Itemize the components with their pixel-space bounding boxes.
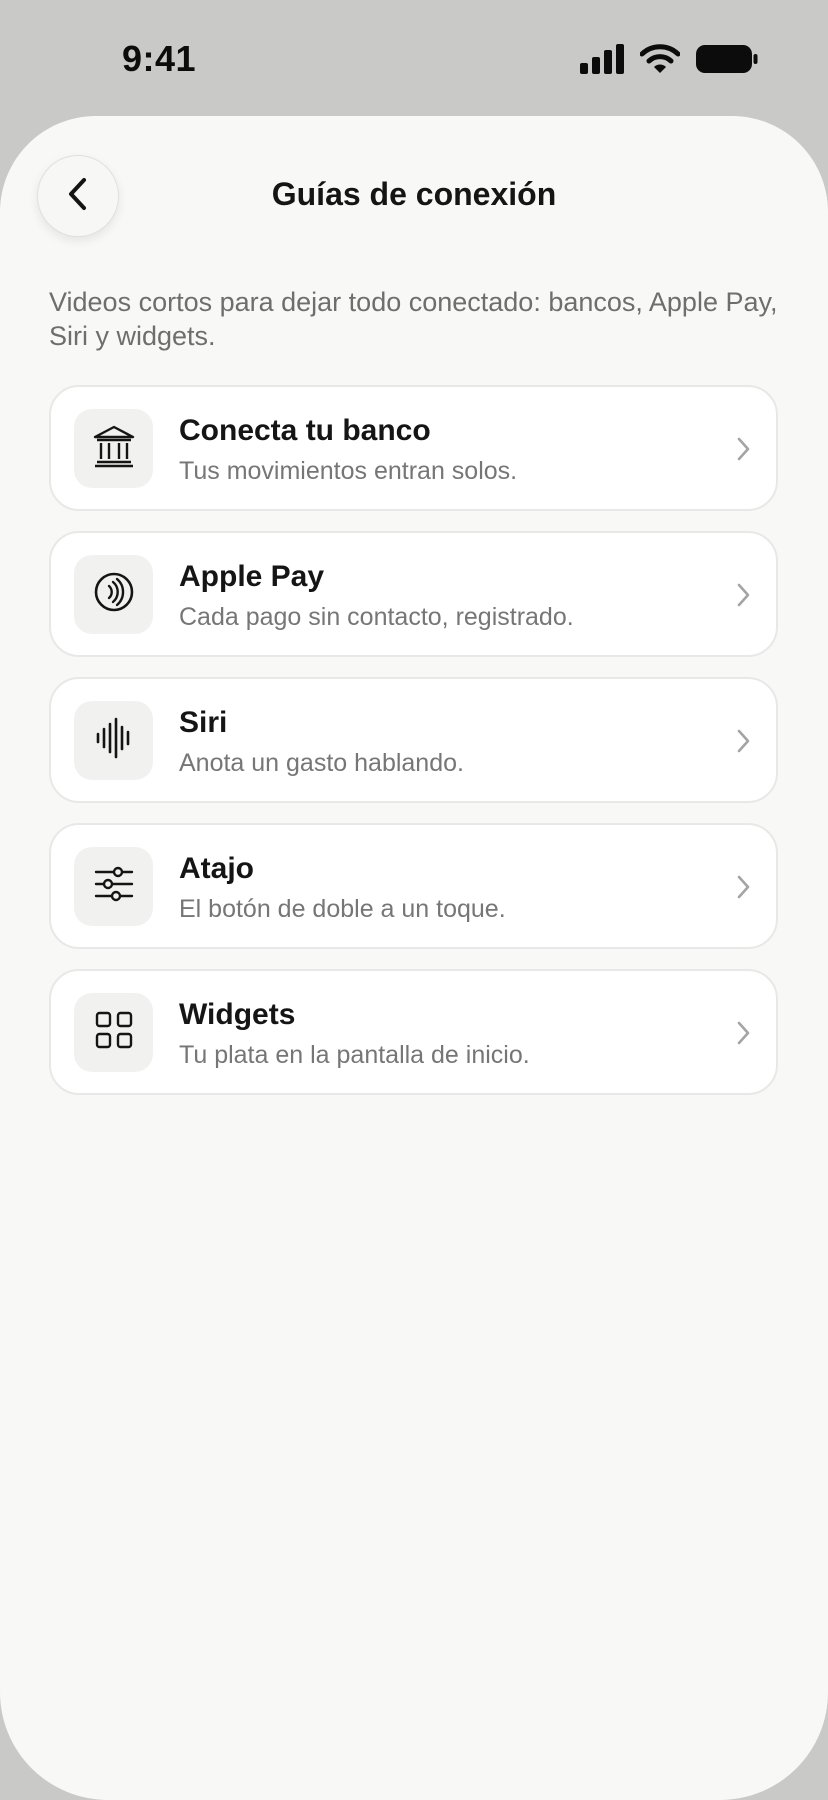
battery-icon [696,44,758,79]
guide-subtitle: El botón de doble a un toque. [179,895,506,923]
contactless-icon [92,570,136,619]
icon-tile [74,993,153,1072]
guide-card-apple-pay[interactable]: Apple Pay Cada pago sin contacto, regist… [49,531,778,657]
status-icons [580,44,758,79]
guide-title: Siri [179,706,228,739]
grid-icon [92,1008,136,1057]
guide-subtitle: Anota un gasto hablando. [179,749,464,777]
guide-title: Apple Pay [179,560,325,593]
guide-card-siri[interactable]: Siri Anota un gasto hablando. [49,677,778,803]
guide-subtitle: Tu plata en la pantalla de inicio. [179,1041,530,1069]
guide-card-widgets[interactable]: Widgets Tu plata en la pantalla de inici… [49,969,778,1095]
sliders-icon [92,862,136,911]
guides-list: Conecta tu banco Tus movimientos entran … [49,385,778,1095]
guide-title: Conecta tu banco [179,414,431,447]
chevron-right-icon [732,582,754,608]
icon-tile [74,555,153,634]
status-time: 9:41 [122,38,197,79]
icon-tile [74,409,153,488]
icon-tile [74,847,153,926]
guides-sheet: Guías de conexión Videos cortos para dej… [0,116,828,1800]
icon-tile [74,701,153,780]
wifi-icon [639,44,681,79]
chevron-right-icon [732,1020,754,1046]
guide-title: Atajo [179,852,254,885]
status-bar: 9:41 [0,0,828,118]
cellular-signal-icon [580,44,624,79]
guide-subtitle: Cada pago sin contacto, registrado. [179,603,574,631]
chevron-right-icon [732,874,754,900]
guide-card-bank[interactable]: Conecta tu banco Tus movimientos entran … [49,385,778,511]
guide-title: Widgets [179,998,296,1031]
page-title: Guías de conexión [271,176,557,212]
chevron-right-icon [732,436,754,462]
guide-card-shortcut[interactable]: Atajo El botón de doble a un toque. [49,823,778,949]
bank-icon [92,424,136,473]
guide-subtitle: Tus movimientos entran solos. [179,457,518,485]
chevron-right-icon [732,728,754,754]
intro-text: Videos cortos para dejar todo conectado:… [49,287,778,351]
waveform-icon [92,716,136,765]
